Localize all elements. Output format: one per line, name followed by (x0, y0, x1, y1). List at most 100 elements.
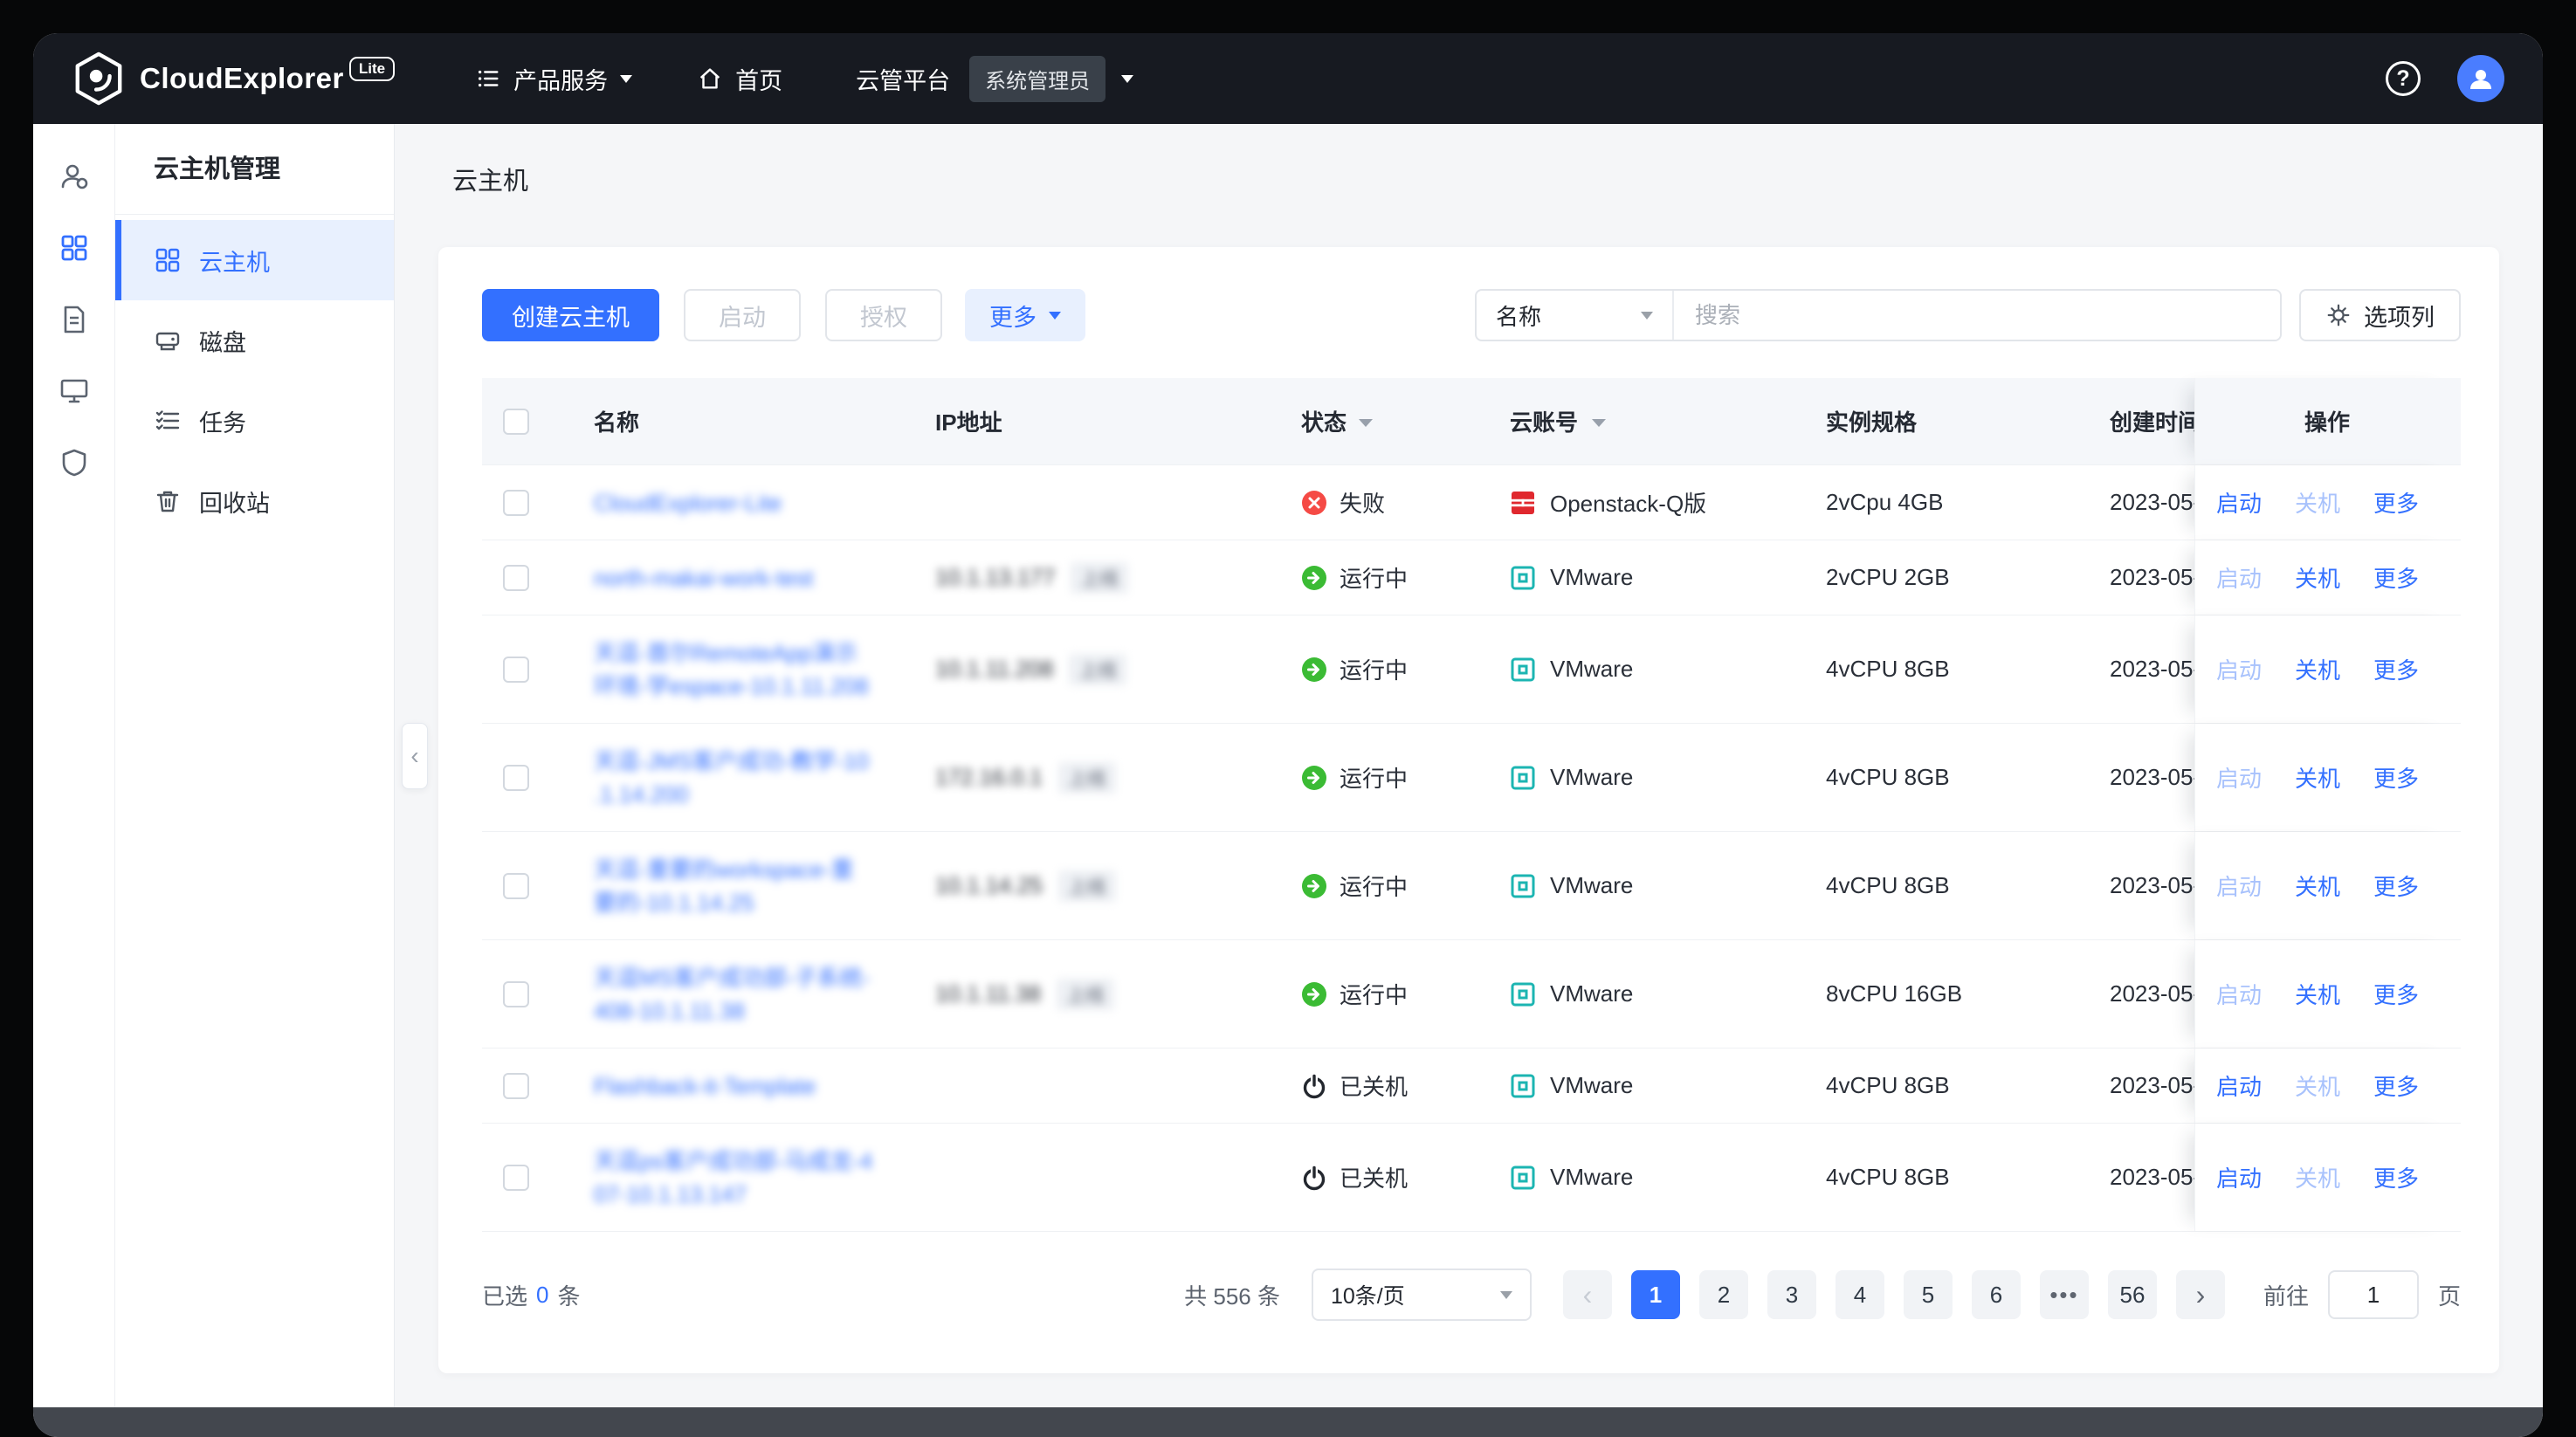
start-button[interactable]: 启动 (684, 289, 801, 341)
sidebar-collapse-handle[interactable]: ‹ (402, 723, 428, 789)
status-text: 运行中 (1340, 978, 1408, 1010)
header-status[interactable]: 状态 (1280, 405, 1489, 437)
more-action[interactable]: 更多 (2373, 870, 2419, 902)
page-button-3[interactable]: 3 (1767, 1270, 1816, 1319)
row-checkbox[interactable] (503, 657, 529, 683)
row-checkbox[interactable] (503, 1073, 529, 1099)
more-button[interactable]: 更多 (965, 289, 1085, 341)
row-checkbox[interactable] (503, 873, 529, 899)
role-chevron-down-icon[interactable] (1121, 75, 1133, 83)
created-time: 2023-05- (2089, 1164, 2194, 1191)
instance-spec: 4vCPU 8GB (1805, 764, 2089, 791)
cloud-console-module-icon[interactable] (59, 232, 90, 264)
start-action[interactable]: 启动 (2216, 486, 2262, 519)
stop-action[interactable]: 关机 (2295, 978, 2340, 1010)
page-button-4[interactable]: 4 (1836, 1270, 1884, 1319)
stop-action[interactable]: 关机 (2295, 653, 2340, 685)
vmware-icon (1510, 565, 1536, 591)
vm-name-link[interactable]: 天逗MS客户成功部-子系统-408-10.1.11.38 (594, 961, 870, 1028)
sidebar-item-disk[interactable]: 磁盘 (115, 300, 394, 381)
help-icon[interactable]: ? (2386, 61, 2421, 96)
more-action[interactable]: 更多 (2373, 561, 2419, 594)
ip-address: 10.1.11.208 (935, 656, 1053, 683)
cloud-account-text: VMware (1550, 764, 1633, 791)
more-action[interactable]: 更多 (2373, 1069, 2419, 1102)
vm-name-link[interactable]: 天逗-首尔RemoteApp演示环境-学espace-10.1.11.208 (594, 636, 869, 703)
more-action[interactable]: 更多 (2373, 653, 2419, 685)
row-checkbox[interactable] (503, 1165, 529, 1191)
ip-address: 10.1.14.25 (935, 872, 1043, 899)
person-icon (2467, 65, 2495, 93)
stop-action[interactable]: 关机 (2295, 561, 2340, 594)
page-button-6[interactable]: 6 (1972, 1270, 2021, 1319)
vm-name-link[interactable]: CloudExplorer-Lite (594, 486, 782, 519)
more-action[interactable]: 更多 (2373, 761, 2419, 794)
vmware-icon (1510, 1165, 1536, 1191)
pagination-ellipsis[interactable]: ••• (2040, 1270, 2089, 1319)
tasks-icon (154, 407, 182, 435)
row-checkbox[interactable] (503, 490, 529, 516)
cloud-account-text: VMware (1550, 1164, 1633, 1191)
stop-action[interactable]: 关机 (2295, 870, 2340, 902)
ip-tag: 上线 (1069, 654, 1126, 685)
search-field-select[interactable]: 名称 (1477, 291, 1674, 340)
column-options-button[interactable]: 选项列 (2299, 289, 2461, 341)
vm-name-link[interactable]: 天逗ps客户成功部-马成龙-407-10.1.13.147 (594, 1145, 872, 1211)
monitor-module-icon[interactable] (59, 375, 90, 407)
created-time: 2023-05- (2089, 1072, 2194, 1099)
instance-spec: 2vCpu 4GB (1805, 489, 2089, 516)
row-checkbox[interactable] (503, 981, 529, 1007)
vm-name-link[interactable]: 天逗-重要的workspace-重要的-10.1.14.25 (594, 853, 854, 919)
shield-module-icon[interactable] (59, 447, 90, 478)
more-action[interactable]: 更多 (2373, 978, 2419, 1010)
users-module-icon[interactable] (59, 161, 90, 192)
more-action[interactable]: 更多 (2373, 486, 2419, 519)
page-title: 云主机 (438, 124, 2499, 247)
pagination: ‹123456•••56› (1563, 1270, 2225, 1319)
product-services-label: 产品服务 (513, 62, 608, 96)
vm-name-link[interactable]: Flashback-it-Template (594, 1069, 816, 1103)
start-action[interactable]: 启动 (2216, 1161, 2262, 1193)
next-page-button[interactable]: › (2176, 1270, 2225, 1319)
home-label: 首页 (735, 62, 782, 96)
sidebar-item-recycle-bin[interactable]: 回收站 (115, 461, 394, 541)
instance-spec: 2vCPU 2GB (1805, 564, 2089, 591)
more-action[interactable]: 更多 (2373, 1161, 2419, 1193)
vm-name-link[interactable]: 天逗-JMS客户成功-教学-10.1.14.200 (594, 745, 869, 811)
header-cloud-account[interactable]: 云账号 (1489, 405, 1805, 437)
goto-label: 前往 (2263, 1279, 2309, 1311)
sidebar-item-tasks[interactable]: 任务 (115, 381, 394, 461)
search-input[interactable] (1674, 291, 2280, 340)
authorize-button[interactable]: 授权 (825, 289, 942, 341)
document-module-icon[interactable] (59, 304, 90, 335)
selected-count-value: 0 (536, 1282, 548, 1309)
page-size-select[interactable]: 10条/页 (1312, 1269, 1532, 1321)
sidebar-item-cloud-host[interactable]: 云主机 (115, 220, 394, 300)
prev-page-button[interactable]: ‹ (1563, 1270, 1612, 1319)
stop-action[interactable]: 关机 (2295, 761, 2340, 794)
instance-spec: 4vCPU 8GB (1805, 1164, 2089, 1191)
row-checkbox[interactable] (503, 765, 529, 791)
start-action[interactable]: 启动 (2216, 1069, 2262, 1102)
product-services-menu[interactable]: 产品服务 (475, 62, 632, 96)
page-button-56[interactable]: 56 (2108, 1270, 2157, 1319)
status-stopped-icon (1301, 1073, 1327, 1099)
home-menu[interactable]: 首页 (697, 62, 782, 96)
cloud-account-text: Openstack-Q版 (1550, 486, 1706, 519)
select-all-checkbox[interactable] (503, 409, 529, 435)
status-text: 失败 (1340, 486, 1385, 519)
create-cloud-host-button[interactable]: 创建云主机 (482, 289, 659, 341)
ip-tag: 上线 (1071, 562, 1128, 594)
page-button-5[interactable]: 5 (1904, 1270, 1953, 1319)
vm-name-link[interactable]: north-makai-work-test (594, 561, 813, 595)
start-action: 启动 (2216, 978, 2262, 1010)
page-button-1[interactable]: 1 (1631, 1270, 1680, 1319)
gear-icon (2325, 302, 2352, 328)
vmware-icon (1510, 873, 1536, 899)
brand[interactable]: CloudExplorer Lite (72, 52, 395, 106)
goto-page-input[interactable] (2328, 1270, 2419, 1319)
user-avatar[interactable] (2457, 55, 2504, 102)
row-checkbox[interactable] (503, 565, 529, 591)
page-button-2[interactable]: 2 (1699, 1270, 1748, 1319)
role-badge[interactable]: 系统管理员 (969, 56, 1105, 102)
